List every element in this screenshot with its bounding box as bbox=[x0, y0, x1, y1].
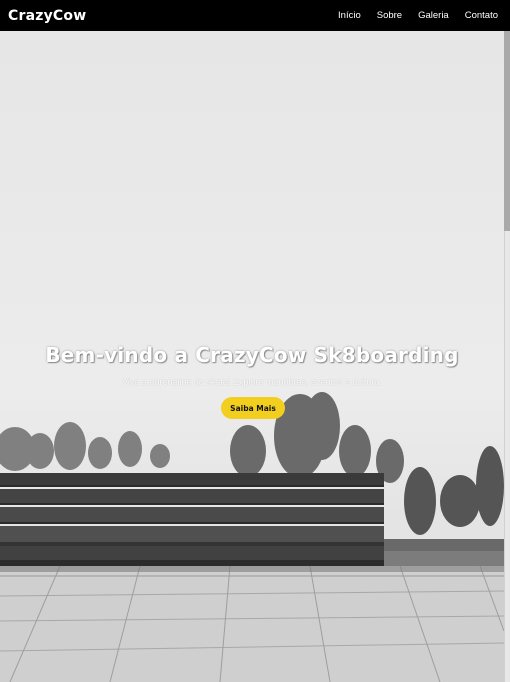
nav-link-galeria[interactable]: Galeria bbox=[418, 10, 449, 21]
trees-right bbox=[404, 446, 504, 535]
hero-title: Bem-vindo a CrazyCow Sk8boarding bbox=[45, 343, 459, 367]
nav-links: Início Sobre Galeria Contato bbox=[322, 10, 498, 21]
brand-logo[interactable]: CrazyCow bbox=[8, 8, 86, 24]
hero-section: Bem-vindo a CrazyCow Sk8boarding Viva a … bbox=[0, 31, 504, 682]
saiba-mais-button[interactable]: Saiba Mais bbox=[221, 397, 285, 419]
trees-left bbox=[0, 422, 170, 471]
nav-link-sobre[interactable]: Sobre bbox=[377, 10, 402, 21]
hero-subtitle: Viva a adrenaline do skate! Explore mano… bbox=[122, 377, 382, 387]
nav-link-contato[interactable]: Contato bbox=[465, 10, 498, 21]
bench bbox=[0, 473, 384, 566]
navbar: CrazyCow Início Sobre Galeria Contato bbox=[0, 0, 510, 31]
pavement bbox=[0, 565, 504, 682]
nav-link-inicio[interactable]: Início bbox=[338, 10, 361, 21]
page-scrollbar-thumb[interactable] bbox=[504, 31, 510, 231]
